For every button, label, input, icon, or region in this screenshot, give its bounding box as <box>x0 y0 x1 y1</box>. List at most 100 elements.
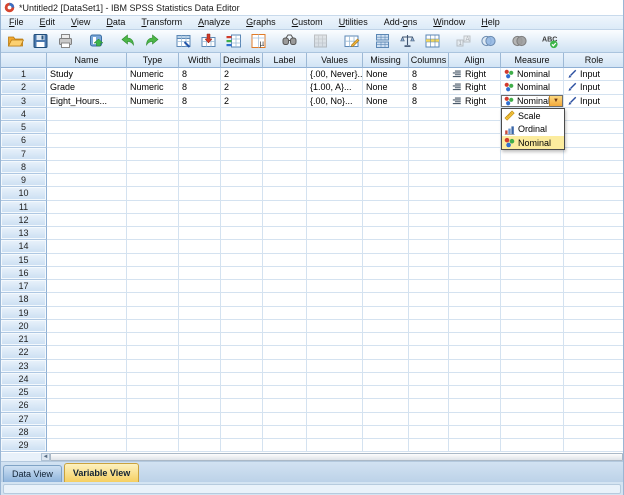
cell-name-row23[interactable] <box>47 359 127 373</box>
cell-role-row10[interactable] <box>564 187 623 201</box>
cell-decimals-row2[interactable]: 2 <box>221 81 263 95</box>
cell-role-row2[interactable]: Input <box>564 81 623 95</box>
cell-width-row25[interactable] <box>179 386 221 400</box>
cell-missing-row22[interactable] <box>363 346 409 360</box>
cell-type-row5[interactable] <box>127 121 179 135</box>
cell-columns-row29[interactable] <box>409 439 449 453</box>
row-header-26[interactable]: 26 <box>1 399 47 413</box>
cell-align-row13[interactable] <box>449 227 501 241</box>
cell-role-row5[interactable] <box>564 121 623 135</box>
tab-data-view[interactable]: Data View <box>3 465 62 482</box>
cell-type-row2[interactable]: Numeric <box>127 81 179 95</box>
cell-measure-row15[interactable] <box>501 253 564 267</box>
cell-role-row18[interactable] <box>564 293 623 307</box>
cell-missing-row1[interactable]: None <box>363 68 409 82</box>
cell-columns-row26[interactable] <box>409 399 449 413</box>
cell-label-row5[interactable] <box>263 121 307 135</box>
cell-label-row27[interactable] <box>263 412 307 426</box>
cell-role-row7[interactable] <box>564 148 623 161</box>
cell-align-row12[interactable] <box>449 213 501 227</box>
select-cases-button[interactable] <box>420 31 445 52</box>
cell-missing-row9[interactable] <box>363 174 409 188</box>
column-header-missing[interactable]: Missing <box>363 53 409 68</box>
cell-missing-row25[interactable] <box>363 386 409 400</box>
cell-name-row19[interactable] <box>47 306 127 320</box>
cell-label-row18[interactable] <box>263 293 307 307</box>
cell-align-row27[interactable] <box>449 412 501 426</box>
cell-role-row17[interactable] <box>564 280 623 294</box>
menu-view[interactable]: View <box>63 16 98 29</box>
row-header-4[interactable]: 4 <box>1 107 47 121</box>
cell-decimals-row20[interactable] <box>221 319 263 333</box>
cell-role-row29[interactable] <box>564 439 623 453</box>
cell-decimals-row28[interactable] <box>221 425 263 439</box>
cell-columns-row9[interactable] <box>409 174 449 188</box>
cell-columns-row8[interactable] <box>409 160 449 174</box>
cell-align-row21[interactable] <box>449 333 501 347</box>
cell-columns-row28[interactable] <box>409 425 449 439</box>
cell-name-row4[interactable] <box>47 107 127 121</box>
cell-values-row6[interactable] <box>307 134 363 148</box>
cell-missing-row19[interactable] <box>363 306 409 320</box>
row-header-5[interactable]: 5 <box>1 121 47 135</box>
row-header-20[interactable]: 20 <box>1 319 47 333</box>
cell-label-row29[interactable] <box>263 439 307 453</box>
cell-type-row28[interactable] <box>127 425 179 439</box>
show-all-variables-button[interactable] <box>507 31 532 52</box>
cell-decimals-row27[interactable] <box>221 412 263 426</box>
cell-width-row23[interactable] <box>179 359 221 373</box>
cell-decimals-row1[interactable]: 2 <box>221 68 263 82</box>
cell-name-row5[interactable] <box>47 121 127 135</box>
cell-label-row25[interactable] <box>263 386 307 400</box>
cell-missing-row23[interactable] <box>363 359 409 373</box>
cell-decimals-row11[interactable] <box>221 200 263 214</box>
menu-utilities[interactable]: Utilities <box>331 16 376 29</box>
cell-type-row21[interactable] <box>127 333 179 347</box>
cell-type-row22[interactable] <box>127 346 179 360</box>
measure-combobox[interactable]: Nominal ▼ <box>501 94 563 107</box>
cell-type-row25[interactable] <box>127 386 179 400</box>
cell-measure-row9[interactable] <box>501 174 564 188</box>
cell-align-row28[interactable] <box>449 425 501 439</box>
cell-name-row29[interactable] <box>47 439 127 453</box>
cell-type-row6[interactable] <box>127 134 179 148</box>
cell-role-row16[interactable] <box>564 267 623 280</box>
cell-decimals-row22[interactable] <box>221 346 263 360</box>
cell-label-row20[interactable] <box>263 319 307 333</box>
menu-custom[interactable]: Custom <box>284 16 331 29</box>
cell-role-row8[interactable] <box>564 161 623 174</box>
cell-missing-row12[interactable] <box>363 213 409 227</box>
cell-type-row19[interactable] <box>127 306 179 320</box>
cell-columns-row20[interactable] <box>409 319 449 333</box>
cell-decimals-row9[interactable] <box>221 174 263 188</box>
menu-addons[interactable]: Add-ons <box>376 16 426 29</box>
cell-name-row26[interactable] <box>47 399 127 413</box>
cell-values-row15[interactable] <box>307 253 363 267</box>
cell-label-row2[interactable] <box>263 81 307 95</box>
cell-name-row13[interactable] <box>47 227 127 241</box>
cell-role-row24[interactable] <box>564 373 623 386</box>
cell-align-row18[interactable] <box>449 293 501 307</box>
column-header-columns[interactable]: Columns <box>409 53 449 68</box>
row-header-25[interactable]: 25 <box>1 386 47 400</box>
cell-measure-row12[interactable] <box>501 213 564 227</box>
row-header-16[interactable]: 16 <box>1 266 47 280</box>
cell-width-row5[interactable] <box>179 121 221 135</box>
cell-missing-row18[interactable] <box>363 293 409 307</box>
cell-label-row4[interactable] <box>263 107 307 121</box>
cell-columns-row12[interactable] <box>409 213 449 227</box>
column-header-name[interactable]: Name <box>47 53 127 68</box>
cell-decimals-row21[interactable] <box>221 333 263 347</box>
cell-missing-row20[interactable] <box>363 319 409 333</box>
cell-width-row7[interactable] <box>179 147 221 161</box>
column-header-width[interactable]: Width <box>179 53 221 68</box>
cell-type-row1[interactable]: Numeric <box>127 68 179 82</box>
cell-missing-row16[interactable] <box>363 266 409 280</box>
print-button[interactable] <box>53 31 78 52</box>
cell-decimals-row19[interactable] <box>221 306 263 320</box>
insert-variable-button[interactable] <box>339 31 364 52</box>
cell-name-row17[interactable] <box>47 280 127 294</box>
cell-values-row16[interactable] <box>307 266 363 280</box>
cell-values-row1[interactable]: {.00, Never}... <box>307 68 363 82</box>
cell-label-row8[interactable] <box>263 160 307 174</box>
